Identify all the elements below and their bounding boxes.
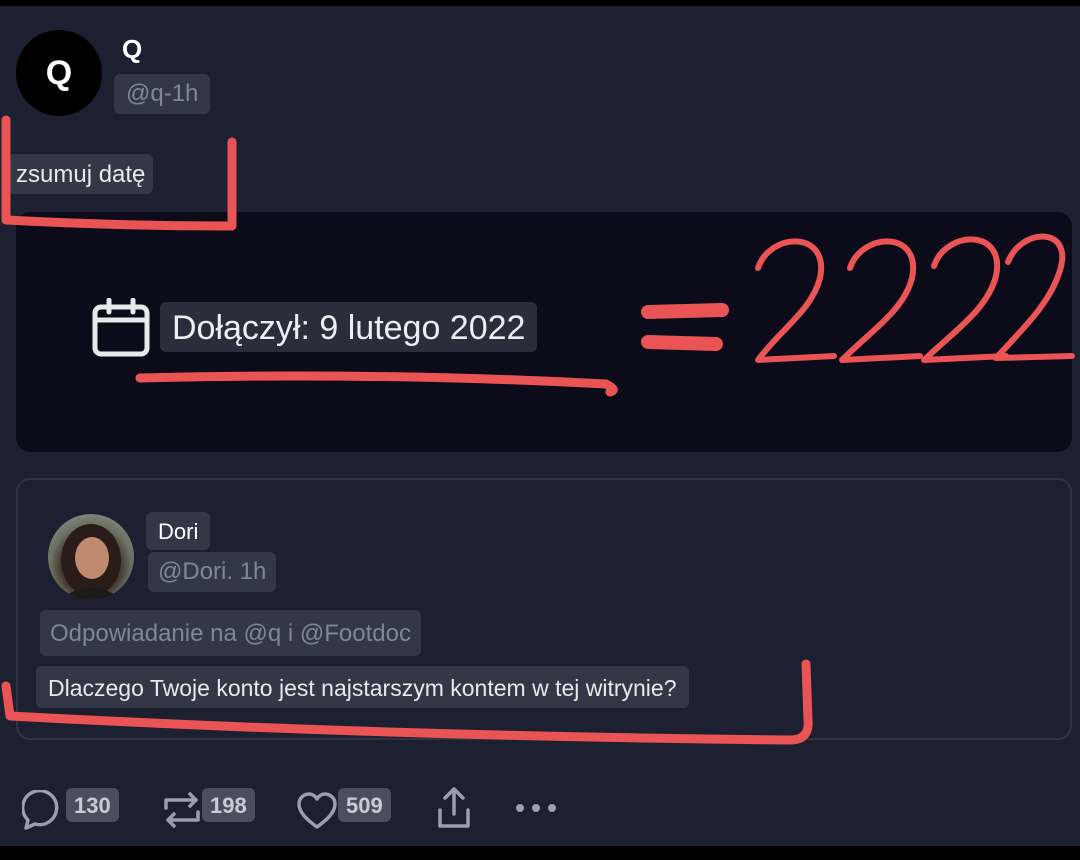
quoted-avatar[interactable] xyxy=(48,514,134,600)
like-count: 509 xyxy=(338,788,391,822)
more-icon[interactable] xyxy=(512,800,560,816)
avatar-letter: Q xyxy=(45,53,73,92)
replying-to[interactable]: Odpowiadanie na @q i @Footdoc xyxy=(40,610,421,656)
calendar-icon xyxy=(92,298,150,357)
avatar-photo xyxy=(58,524,124,600)
author-name[interactable]: Q xyxy=(122,34,142,65)
author-handle[interactable]: @q-1h xyxy=(114,74,211,114)
share-icon[interactable] xyxy=(436,786,472,830)
reply-count: 130 xyxy=(66,788,119,822)
joined-date: Dołączył: 9 lutego 2022 xyxy=(160,302,538,352)
quoted-handle[interactable]: @Dori. 1h xyxy=(148,552,277,592)
tweet-text: zsumuj datę xyxy=(8,154,154,194)
like-icon[interactable] xyxy=(296,792,338,830)
reply-icon[interactable] xyxy=(22,790,62,830)
retweet-count: 198 xyxy=(202,788,255,822)
author-avatar[interactable]: Q xyxy=(16,30,102,116)
retweet-icon[interactable] xyxy=(160,790,204,830)
quoted-name[interactable]: Dori xyxy=(146,512,211,550)
quoted-text: Dlaczego Twoje konto jest najstarszym ko… xyxy=(36,666,689,708)
